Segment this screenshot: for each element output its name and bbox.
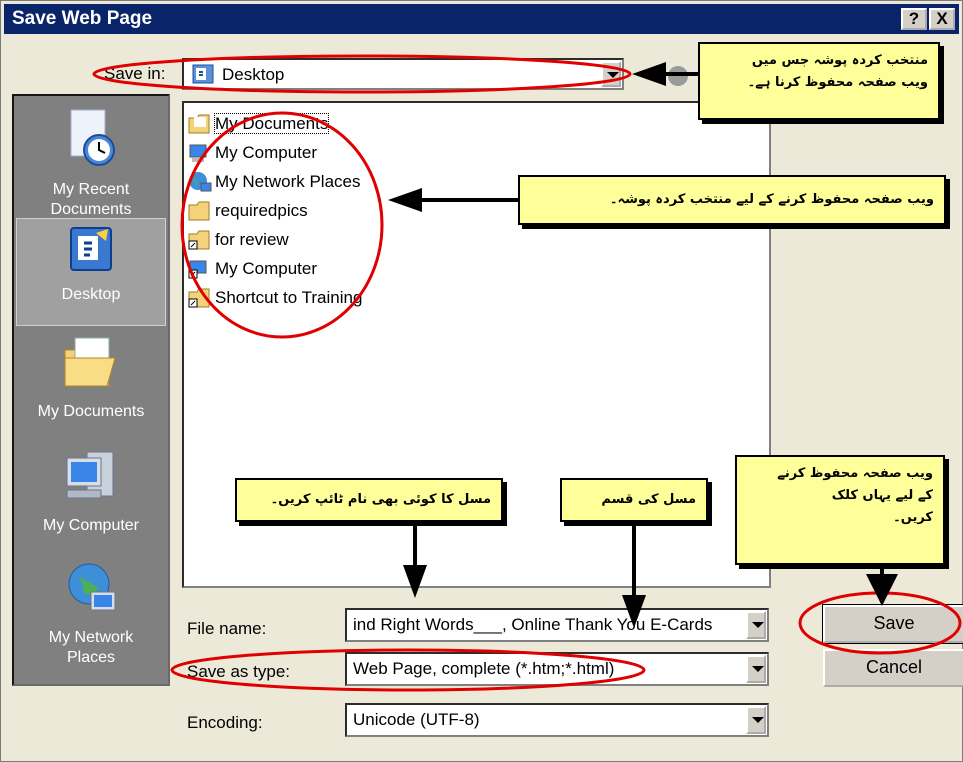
save-as-type-value: Web Page, complete (*.htm;*.html) (353, 659, 615, 678)
place-my-network-places[interactable]: My Network Places (16, 558, 166, 668)
place-label: My Computer (42, 517, 140, 534)
file-name: My Computer (215, 143, 318, 162)
network-places-icon (188, 171, 212, 193)
list-item[interactable]: My Computer (188, 258, 317, 284)
chevron-down-icon[interactable] (601, 61, 621, 87)
callout-text: ویب صفحہ محفوظ کرنے (777, 466, 933, 481)
callout-text: مسل کی قسم (601, 492, 696, 507)
file-name-value: ind Right Words___, Online Thank You E-C… (353, 615, 713, 634)
list-item[interactable]: My Computer (188, 142, 317, 168)
my-documents-icon (16, 334, 166, 398)
my-computer-icon (16, 448, 166, 512)
desktop-icon (17, 225, 165, 281)
place-desktop[interactable]: Desktop (16, 218, 166, 326)
callout-text: ویب صفحہ محفوظ کرنا ہے۔ (747, 75, 928, 90)
window-title: Save Web Page (12, 8, 153, 29)
place-my-documents[interactable]: My Documents (16, 334, 166, 422)
list-item[interactable]: My Network Places (188, 171, 360, 197)
encoding-dropdown[interactable]: Unicode (UTF-8) (345, 703, 769, 737)
save-as-type-dropdown[interactable]: Web Page, complete (*.htm;*.html) (345, 652, 769, 686)
shortcut-folder-icon (188, 287, 212, 309)
file-name: Shortcut to Training (215, 288, 363, 307)
recent-documents-icon (16, 106, 166, 176)
file-name-label: File name: (187, 619, 267, 638)
callout-save-button: ویب صفحہ محفوظ کرنے کے لیے یہاں کلک کریں… (735, 455, 945, 565)
desktop-icon (192, 64, 214, 89)
callout-file-type: مسل کی قسم (560, 478, 708, 522)
file-name: My Documents (213, 113, 330, 134)
save-button[interactable]: Save (822, 604, 963, 644)
place-label-line2: Places (66, 649, 116, 666)
place-label: My Documents (37, 403, 145, 420)
save-in-dropdown[interactable]: Desktop (182, 58, 624, 90)
callout-save-in: منتخب کردہ پوشہ جس میں ویب صفحہ محفوظ کر… (698, 42, 940, 120)
callout-folder: ویب صفحہ محفوظ کرنے کے لیے منتخب کردہ پو… (518, 175, 946, 225)
my-computer-icon (188, 142, 212, 164)
place-my-recent-documents[interactable]: My Recent Documents (16, 106, 166, 220)
my-documents-icon (188, 113, 212, 135)
file-name: My Network Places (215, 172, 361, 191)
place-label-line2: Documents (50, 201, 132, 218)
folder-icon (188, 200, 212, 222)
callout-text: منتخب کردہ پوشہ جس میں (751, 53, 928, 68)
close-button[interactable]: X (929, 8, 955, 30)
file-name: for review (215, 230, 289, 249)
encoding-label: Encoding: (187, 713, 263, 732)
place-label: My Network (48, 629, 134, 646)
place-my-computer[interactable]: My Computer (16, 448, 166, 536)
back-icon[interactable] (667, 65, 689, 92)
list-item[interactable]: My Documents (188, 113, 330, 139)
file-name: requiredpics (215, 201, 308, 220)
callout-text: ویب صفحہ محفوظ کرنے کے لیے منتخب کردہ پو… (609, 192, 934, 207)
callout-text: کریں۔ (893, 510, 933, 525)
list-item[interactable]: Shortcut to Training (188, 287, 362, 313)
list-item[interactable]: for review (188, 229, 289, 255)
file-name: My Computer (215, 259, 318, 278)
place-label: Desktop (61, 286, 121, 303)
file-name-input[interactable]: ind Right Words___, Online Thank You E-C… (345, 608, 769, 642)
callout-text: کے لیے یہاں کلک (831, 488, 933, 503)
network-places-icon (16, 558, 166, 624)
callout-file-name: مسل کا کوئی بھی نام ٹائپ کریں۔ (235, 478, 503, 522)
chevron-down-icon[interactable] (746, 611, 766, 639)
list-item[interactable]: requiredpics (188, 200, 308, 226)
save-in-label: Save in: (104, 64, 166, 83)
encoding-value: Unicode (UTF-8) (353, 710, 480, 729)
help-button[interactable]: ? (901, 8, 927, 30)
save-as-type-label: Save as type: (187, 662, 291, 681)
cancel-button[interactable]: Cancel (823, 649, 963, 687)
title-bar[interactable]: Save Web Page ? X (4, 4, 959, 34)
place-label: My Recent (52, 181, 130, 198)
callout-text: مسل کا کوئی بھی نام ٹائپ کریں۔ (270, 492, 491, 507)
shortcut-folder-icon (188, 229, 212, 251)
chevron-down-icon[interactable] (746, 655, 766, 683)
chevron-down-icon[interactable] (746, 706, 766, 734)
save-in-value: Desktop (222, 65, 285, 84)
places-bar: My Recent Documents Desktop My Documents… (12, 94, 170, 686)
my-computer-shortcut-icon (188, 258, 212, 280)
